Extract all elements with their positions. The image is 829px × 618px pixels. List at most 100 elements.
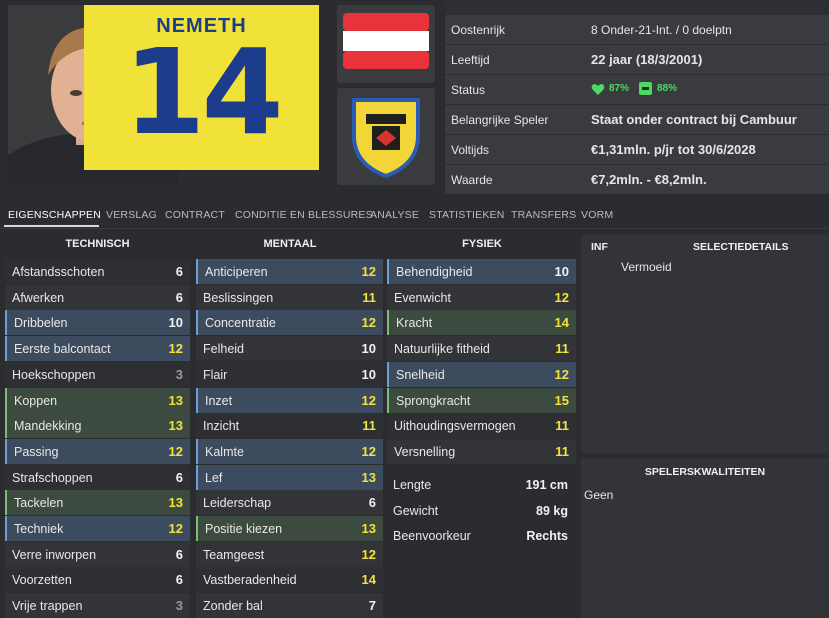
sharpness-pct: 88% [657,83,678,94]
info-value[interactable]: Staat onder contract bij Cambuur [591,112,797,127]
attribute-label: Kalmte [205,444,244,459]
club-crest[interactable] [337,88,435,185]
attribute-label: Teamgeest [203,547,265,562]
detail-label: Gewicht [393,504,439,518]
attribute-row[interactable]: Afstandsschoten 6 [5,259,190,284]
info-key: Voltijds [451,143,490,157]
detail-gewicht: Gewicht 89 kg [388,498,576,523]
info-key: Belangrijke Speler [451,113,549,127]
attribute-label: Tackelen [14,496,64,511]
attribute-label: Mandekking [14,419,82,434]
tab-contract[interactable]: CONTRACT [165,209,225,221]
tab-statistieken[interactable]: STATISTIEKEN [429,209,505,221]
attribute-label: Eerste balcontact [14,342,111,357]
attribute-label: Strafschoppen [12,470,93,485]
attribute-row[interactable]: Positie kiezen 13 [196,516,383,541]
detail-value: 89 kg [536,504,568,518]
shirt-card: NEMETH 14 [84,5,319,170]
attribute-row[interactable]: Kalmte 12 [196,438,383,464]
attribute-row[interactable]: Techniek 12 [5,516,190,541]
attribute-label: Dribbelen [14,316,68,331]
attribute-row[interactable]: Concentratie 12 [196,310,383,336]
attribute-label: Afstandsschoten [12,265,105,279]
attribute-row[interactable]: Uithoudingsvermogen 11 [387,413,576,439]
attribute-value: 6 [175,572,183,588]
attribute-row[interactable]: Strafschoppen 6 [5,464,190,490]
attribute-row[interactable]: Felheid 10 [196,336,383,362]
info-row-key-player: Belangrijke Speler Staat onder contract … [445,105,829,135]
attribute-row[interactable]: Beslissingen 11 [196,284,383,310]
tab-transfers[interactable]: TRANSFERS [511,209,576,221]
info-row-value: Waarde €7,2mln. - €8,2mln. [445,165,829,195]
attribute-row[interactable]: Vastberadenheid 14 [196,567,383,593]
attribute-row[interactable]: Flair 10 [196,361,383,387]
info-row-status: Status 87% 88% [445,75,829,105]
attribute-row[interactable]: Verre inworpen 6 [5,541,190,567]
attribute-row[interactable]: Tackelen 13 [5,490,190,516]
attribute-row[interactable]: Koppen 13 [5,387,190,413]
attribute-label: Afwerken [12,290,65,305]
tab-conditie[interactable]: CONDITIE EN BLESSURES [235,209,373,221]
attribute-row[interactable]: Natuurlijke fitheid 11 [387,336,576,362]
attribute-row[interactable]: Snelheid 12 [387,361,576,387]
attribute-value: 11 [555,341,569,357]
tab-vorm[interactable]: VORM [581,209,613,221]
attribute-label: Techniek [14,522,64,536]
attribute-label: Sprongkracht [396,393,471,408]
attribute-value: 13 [168,418,183,434]
shirt-number: 14 [123,23,283,161]
tab-eigenschappen[interactable]: EIGENSCHAPPEN [8,209,101,221]
attribute-row[interactable]: Passing 12 [5,438,190,464]
attribute-label: Felheid [203,342,244,357]
attribute-row[interactable]: Leiderschap 6 [196,490,383,516]
attribute-label: Zonder bal [203,599,263,614]
attribute-row[interactable]: Voorzetten 6 [5,567,190,593]
attribute-value: 15 [554,392,569,408]
attribute-value: 12 [361,392,376,408]
attribute-value: 10 [168,315,183,331]
tab-analyse[interactable]: ANALYSE [370,209,419,221]
attribute-value: 6 [175,289,183,305]
attribute-value: 14 [554,315,569,331]
attribute-label: Voorzetten [12,573,72,588]
attribute-value: 3 [175,598,183,614]
attribute-value: 13 [168,392,183,408]
attribute-label: Anticiperen [205,265,268,279]
attribute-row[interactable]: Anticiperen 12 [196,259,383,284]
attribute-row[interactable]: Mandekking 13 [5,413,190,439]
attribute-value: 12 [361,315,376,331]
attribute-label: Flair [203,367,228,382]
tab-verslag[interactable]: VERSLAG [106,209,157,221]
attribute-value: 10 [361,341,376,357]
attribute-value: 12 [361,264,376,279]
attribute-row[interactable]: Zonder bal 7 [196,593,383,618]
attribute-value: 11 [362,289,376,305]
attribute-label: Evenwicht [394,290,451,305]
attribute-row[interactable]: Vrije trappen 3 [5,593,190,618]
attribute-row[interactable]: Hoekschoppen 3 [5,361,190,387]
attribute-value: 12 [554,366,569,382]
attribute-row[interactable]: Eerste balcontact 12 [5,336,190,362]
attribute-row[interactable]: Afwerken 6 [5,284,190,310]
fysiek-heading: FYSIEK [462,238,502,250]
attribute-row[interactable]: Behendigheid 10 [387,259,576,284]
info-value: €1,31mln. p/jr tot 30/6/2028 [591,142,756,157]
attribute-row[interactable]: Kracht 14 [387,310,576,336]
attribute-row[interactable]: Lef 13 [196,464,383,490]
attribute-row[interactable]: Versnelling 11 [387,438,576,464]
attribute-row[interactable]: Sprongkracht 15 [387,387,576,413]
attribute-row[interactable]: Teamgeest 12 [196,541,383,567]
selection-details-panel: INF SELECTIEDETAILS Vermoeid [581,235,829,453]
attribute-value: 12 [168,443,183,459]
nationality-flag[interactable] [337,5,435,83]
detail-value: Rechts [526,529,568,543]
attribute-row[interactable]: Inzicht 11 [196,413,383,439]
attribute-row[interactable]: Inzet 12 [196,387,383,413]
detail-lengte: Lengte 191 cm [388,472,576,497]
attribute-row[interactable]: Dribbelen 10 [5,310,190,336]
selection-heading: SELECTIEDETAILS [693,241,789,253]
attribute-label: Inzet [205,393,233,408]
attribute-row[interactable]: Evenwicht 12 [387,284,576,310]
attribute-value: 11 [362,418,376,434]
technisch-heading: TECHNISCH [65,238,130,250]
